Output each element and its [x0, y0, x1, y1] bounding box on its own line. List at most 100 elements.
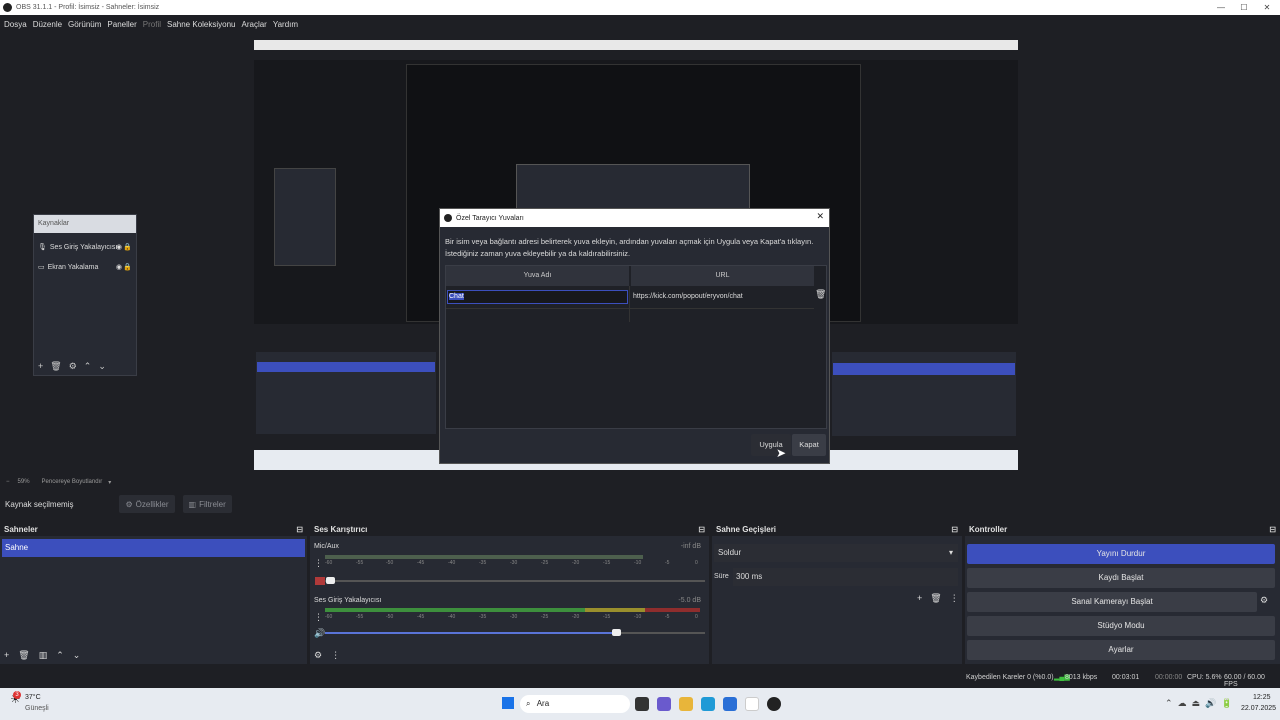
source-item[interactable]: 🎙 Ses Giriş Yakalayıcısı ◉ 🔒	[38, 241, 134, 253]
minimize-button[interactable]: —	[1210, 0, 1232, 15]
menu-duzenle[interactable]: Düzenle	[33, 20, 62, 29]
menu-araclar[interactable]: Araçlar	[242, 20, 267, 29]
kebab-menu-icon[interactable]: ⋮	[314, 612, 323, 623]
kebab-menu-icon[interactable]: ⋮	[314, 558, 323, 569]
task-view-icon[interactable]	[635, 697, 649, 711]
dock-name-input[interactable]: Chat	[447, 290, 628, 304]
menu-gorunum[interactable]: Görünüm	[68, 20, 101, 29]
menu-dosya[interactable]: Dosya	[4, 20, 27, 29]
tick-label: -45	[417, 560, 425, 566]
edge-icon[interactable]	[701, 697, 715, 711]
nested-titlebar-image	[254, 40, 1018, 50]
eye-icon[interactable]: ◉	[116, 263, 122, 271]
windows-start-icon[interactable]	[502, 697, 514, 709]
chevron-down-icon[interactable]: ▾	[108, 479, 111, 486]
obs-taskbar-icon[interactable]	[767, 697, 781, 711]
controls-title: Kontroller	[969, 524, 1008, 534]
stop-stream-button[interactable]: Yayını Durdur	[967, 544, 1275, 564]
fps: 60.00 / 60.00 FPS	[1224, 674, 1265, 688]
trash-icon[interactable]: 🗑	[930, 593, 941, 604]
col-header-url[interactable]: URL	[631, 266, 814, 286]
scenes-panel: Sahneler ⊟ Sahne + 🗑 ▥ ⌃ ⌄	[0, 522, 307, 664]
chevron-up-icon[interactable]: ⌃	[56, 650, 64, 661]
settings-button[interactable]: Ayarlar	[967, 640, 1275, 660]
menu-sahne-koleksiyonu[interactable]: Sahne Koleksiyonu	[167, 20, 236, 29]
gear-icon[interactable]: ⚙	[69, 361, 77, 372]
scene-item[interactable]: Sahne	[2, 539, 305, 557]
no-source-label: Kaynak seçilmemiş	[5, 499, 74, 509]
chevron-down-icon[interactable]: ⌄	[73, 650, 81, 661]
source-item[interactable]: ▭ Ekran Yakalama ◉ 🔒	[38, 261, 134, 273]
status-bar: Kaybedilen Kareler 0 (%0.0) ▂▄▆ 8013 kbp…	[0, 668, 1280, 688]
chevron-down-icon[interactable]: ⌄	[98, 361, 106, 372]
muted-speaker-icon[interactable]	[315, 577, 325, 585]
kebab-menu-icon[interactable]: ⋮	[950, 593, 959, 604]
sources-panel-title[interactable]: Kaynaklar	[34, 215, 136, 233]
lock-icon[interactable]: 🔒	[123, 243, 132, 251]
dock-name-value: Chat	[449, 293, 464, 300]
undock-icon[interactable]: ⊟	[698, 525, 705, 534]
maximize-button[interactable]: ☐	[1233, 0, 1255, 15]
clock-date: 22.07.2025	[1241, 705, 1277, 712]
duration-input[interactable]: 300 ms	[733, 568, 958, 586]
kebab-menu-icon[interactable]: ⋮	[331, 650, 340, 661]
scenes-toolbar: + 🗑 ▥ ⌃ ⌄	[4, 650, 80, 661]
zoom-out-icon[interactable]: −	[6, 479, 10, 485]
trash-icon[interactable]: 🗑	[815, 289, 826, 300]
close-icon[interactable]: ✕	[816, 211, 824, 222]
monitor-icon: ▭	[38, 264, 45, 271]
tick-label: -30	[510, 614, 518, 620]
store-icon[interactable]	[723, 697, 737, 711]
close-button[interactable]: Kapat	[792, 434, 826, 456]
eye-icon[interactable]: ◉	[116, 243, 122, 251]
undock-icon[interactable]: ⊟	[1269, 525, 1276, 534]
fit-window-dropdown[interactable]: Pencereye Boyutlandır	[42, 479, 103, 485]
undock-icon[interactable]: ⊟	[951, 525, 958, 534]
system-tray-icons[interactable]: ⌃☁⏏🔊🔋	[1165, 698, 1237, 709]
volume-slider-track[interactable]	[325, 580, 705, 582]
menu-yardim[interactable]: Yardım	[273, 20, 298, 29]
lock-icon[interactable]: 🔒	[123, 263, 132, 271]
close-window-button[interactable]: ✕	[1256, 0, 1278, 15]
trash-icon[interactable]: 🗑	[18, 650, 29, 661]
gear-icon[interactable]: ⚙	[1260, 595, 1268, 606]
nested-menubar-image	[254, 50, 1018, 60]
file-explorer-icon[interactable]	[679, 697, 693, 711]
add-icon[interactable]: +	[917, 593, 922, 604]
zoom-bar: − 59% Pencereye Boyutlandır ▾	[0, 476, 1280, 488]
start-recording-button[interactable]: Kaydı Başlat	[967, 568, 1275, 588]
volume-slider-handle[interactable]	[326, 577, 335, 584]
dialog-description: Bir isim veya bağlantı adresi belirterek…	[445, 237, 814, 258]
trash-icon[interactable]: 🗑	[50, 361, 61, 372]
row-divider	[446, 308, 814, 309]
chevron-up-icon[interactable]: ⌃	[84, 361, 92, 372]
filters-icon: ▥	[188, 499, 197, 509]
col-divider	[629, 286, 630, 322]
add-icon[interactable]: +	[38, 361, 43, 372]
col-header-name[interactable]: Yuva Adı	[446, 266, 629, 286]
speaker-icon[interactable]: 🔊	[314, 628, 325, 639]
tick-label: -50	[386, 614, 394, 620]
start-virtual-camera-button[interactable]: Sanal Kamerayı Başlat	[967, 592, 1257, 612]
gear-icon[interactable]: ⚙	[314, 650, 322, 661]
duration-label: Süre	[714, 573, 729, 580]
studio-mode-button[interactable]: Stüdyo Modu	[967, 616, 1275, 636]
properties-button[interactable]: ⚙ Özellikler	[119, 495, 175, 513]
transition-select[interactable]: Soldur ▾	[714, 544, 958, 562]
window-titlebar: OBS 31.1.1 - Profil: İsimsiz - Sahneler:…	[0, 0, 1280, 15]
add-icon[interactable]: +	[4, 650, 9, 661]
menu-profil[interactable]: Profil	[143, 20, 161, 29]
copilot-icon[interactable]	[657, 697, 671, 711]
channel-db: -5.0 dB	[678, 597, 701, 604]
taskbar-search[interactable]: ⌕ Ara	[520, 695, 630, 713]
filter-icon[interactable]: ▥	[39, 650, 48, 661]
tick-label: -60	[325, 614, 333, 620]
mixer-title: Ses Karıştırıcı	[314, 524, 368, 534]
filters-button[interactable]: ▥ Filtreler	[182, 495, 232, 513]
volume-slider-handle[interactable]	[612, 629, 621, 636]
undock-icon[interactable]: ⊟	[296, 525, 303, 534]
yandex-icon[interactable]	[745, 697, 759, 711]
menu-paneller[interactable]: Paneller	[107, 20, 136, 29]
dock-url-cell[interactable]: https://kick.com/popout/eryvon/chat	[632, 290, 812, 304]
tick-label: -55	[356, 614, 364, 620]
